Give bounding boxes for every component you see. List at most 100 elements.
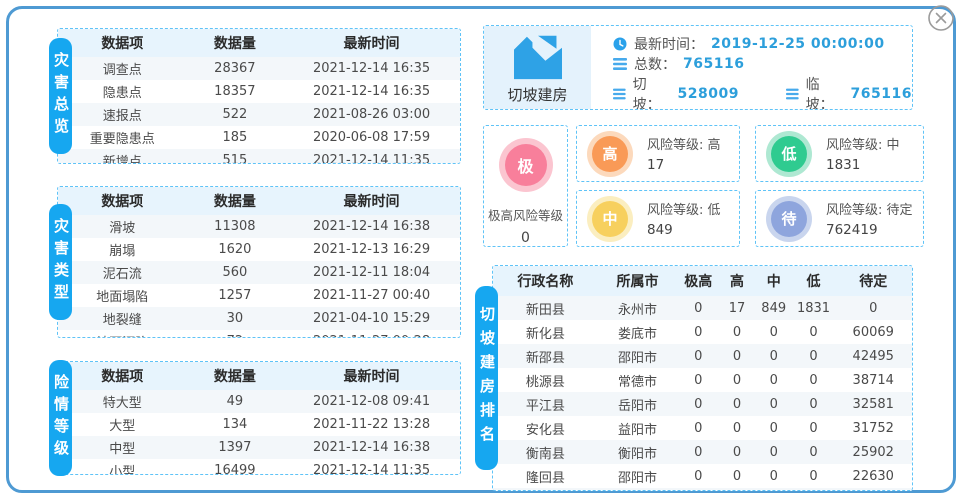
cell-time: 2021-11-22 13:28	[283, 413, 460, 436]
column-header: 数据量	[187, 362, 283, 390]
risk-badge: 低	[771, 136, 807, 172]
cell-high: 0	[719, 320, 755, 344]
cell-item: 特大型	[58, 390, 187, 413]
left-column: 灾害总览 数据项数据量最新时间 调查点	[57, 26, 461, 484]
cell-low: 0	[793, 488, 835, 491]
cell-time: 2021-11-27 00:40	[283, 284, 460, 307]
risk-card-extreme: 极 极高风险等级 0	[483, 125, 568, 247]
table-row: 速报点 522 2021-08-26 03:00	[58, 103, 460, 126]
table-row: 大型 134 2021-11-22 13:28	[58, 413, 460, 436]
cell-time: 2021-12-14 16:35	[283, 57, 460, 80]
qiepo-pair: 切坡： 528009	[613, 74, 739, 110]
cell-count: 30	[187, 307, 283, 330]
slope-house-icon	[511, 33, 565, 81]
cell-high: 0	[719, 440, 755, 464]
latest-time-value: 2019-12-25 00:00:00	[711, 36, 885, 52]
risk-badge-ring: 中	[587, 196, 633, 242]
cell-high: 17	[719, 296, 755, 320]
table-row: 安化县 益阳市 0 0 0 0 31752	[493, 416, 912, 440]
cell-low: 0	[793, 440, 835, 464]
cell-item: 滑坡	[58, 215, 187, 238]
table-row: 地面塌陷 1257 2021-11-27 00:40	[58, 284, 460, 307]
column-header: 极高	[677, 266, 719, 296]
cell-item: 重要隐患点	[58, 126, 187, 149]
cell-item: 泥石流	[58, 261, 187, 284]
cell-county: 会同县	[493, 488, 598, 491]
risk-badge-ring: 低	[766, 131, 812, 177]
cell-pending: 38714	[834, 368, 912, 392]
cell-time: 2021-12-14 11:35	[283, 459, 460, 475]
cell-item: 地面沉降	[58, 330, 187, 338]
cell-extreme: 0	[677, 416, 719, 440]
summary-icon-box: 切坡建房	[484, 26, 591, 109]
risk-badge: 中	[592, 201, 628, 237]
cell-medium: 0	[755, 464, 793, 488]
cell-item: 地面塌陷	[58, 284, 187, 307]
cell-extreme: 0	[677, 464, 719, 488]
cell-count: 49	[187, 390, 283, 413]
table-row: 崩塌 1620 2021-12-13 16:29	[58, 238, 460, 261]
cell-pending: 25902	[834, 440, 912, 464]
cell-item: 调查点	[58, 57, 187, 80]
cell-high: 0	[719, 488, 755, 491]
cell-city: 怀化市	[598, 488, 678, 491]
cell-count: 185	[187, 126, 283, 149]
table-row: 小型 16499 2021-12-14 11:35	[58, 459, 460, 475]
panel-disaster-overview: 灾害总览 数据项数据量最新时间 调查点	[57, 28, 461, 164]
risk-card-text: 风险等级: 待定 762419	[826, 199, 913, 238]
risk-badge-ring: 待	[766, 196, 812, 242]
latest-time-label: 最新时间：	[634, 34, 704, 54]
cell-medium: 0	[755, 344, 793, 368]
total-value: 765116	[683, 56, 744, 72]
latest-time-line: 最新时间： 2019-12-25 00:00:00	[613, 34, 912, 54]
table-row: 会同县 怀化市 0 0 0 0 21104	[493, 488, 912, 491]
panel-tab-disaster-overview: 灾害总览	[49, 38, 72, 154]
table-row: 重要隐患点 185 2020-06-08 17:59	[58, 126, 460, 149]
table-row: 调查点 28367 2021-12-14 16:35	[58, 57, 460, 80]
cell-extreme: 0	[677, 488, 719, 491]
risk-card: 高 风险等级: 高 17	[576, 125, 740, 182]
total-label: 总数：	[634, 54, 676, 74]
cell-city: 益阳市	[598, 416, 678, 440]
linpo-label: 临坡：	[806, 74, 844, 110]
cell-city: 岳阳市	[598, 392, 678, 416]
cell-count: 1257	[187, 284, 283, 307]
cell-pending: 42495	[834, 344, 912, 368]
disaster-overview-table-box: 数据项数据量最新时间 调查点 28367 2021-12-14 16:35	[57, 28, 461, 164]
column-header: 数据量	[187, 29, 283, 57]
cell-low: 0	[793, 416, 835, 440]
column-header: 待定	[834, 266, 912, 296]
cell-county: 平江县	[493, 392, 598, 416]
cell-low: 0	[793, 464, 835, 488]
danger-level-table: 数据项数据量最新时间 特大型 49 2021-12-08 09:41	[58, 362, 460, 475]
close-icon[interactable]	[926, 3, 956, 33]
table-row: 滑坡 11308 2021-12-14 16:38	[58, 215, 460, 238]
cell-count: 72	[187, 330, 283, 338]
risk-cards-grid: 高 风险等级: 高 17 低	[576, 125, 913, 247]
risk-card-value: 0	[521, 230, 530, 246]
cell-county: 新化县	[493, 320, 598, 344]
table-row: 地裂缝 30 2021-04-10 15:29	[58, 307, 460, 330]
cell-city: 永州市	[598, 296, 678, 320]
panel-danger-level: 险情等级 数据项数据量最新时间 特大型	[57, 361, 461, 475]
risk-card-text: 风险等级: 中 1831	[826, 134, 900, 173]
risk-card-label: 风险等级: 高	[647, 134, 721, 153]
table-row: 泥石流 560 2021-12-11 18:04	[58, 261, 460, 284]
column-header: 数据量	[187, 187, 283, 215]
cell-medium: 0	[755, 416, 793, 440]
cell-time: 2021-12-14 16:35	[283, 80, 460, 103]
cell-medium: 0	[755, 440, 793, 464]
risk-card: 中 风险等级: 低 849	[576, 190, 740, 247]
summary-info-lines: 最新时间： 2019-12-25 00:00:00 总数： 765116	[591, 26, 912, 109]
cell-count: 134	[187, 413, 283, 436]
cell-pending: 0	[834, 296, 912, 320]
cell-county: 新田县	[493, 296, 598, 320]
cell-medium: 0	[755, 392, 793, 416]
column-header: 数据项	[58, 29, 187, 57]
cell-time: 2021-12-14 16:38	[283, 215, 460, 238]
column-header: 最新时间	[283, 29, 460, 57]
table-row: 地面沉降 72 2021-11-27 00:28	[58, 330, 460, 338]
risk-card-label: 风险等级: 低	[647, 199, 721, 218]
cell-low: 0	[793, 344, 835, 368]
cell-city: 邵阳市	[598, 344, 678, 368]
